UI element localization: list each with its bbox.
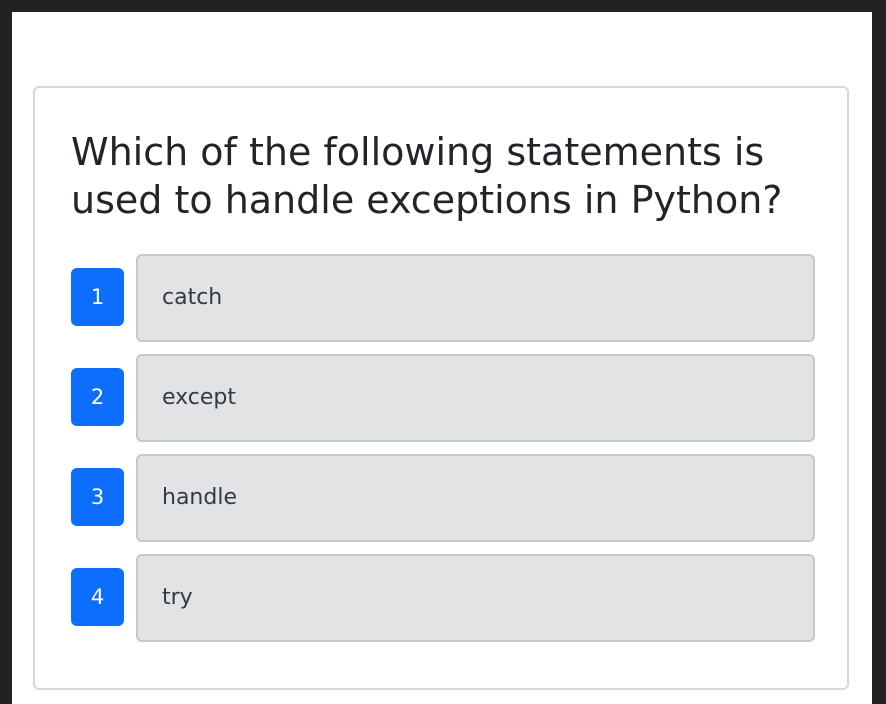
option-row-3: 3 handle [71, 454, 815, 542]
answer-option-button[interactable]: except [136, 354, 815, 442]
option-number-badge: 1 [71, 268, 124, 326]
option-number-badge: 3 [71, 468, 124, 526]
answer-options: 1 catch 2 except 3 handle 4 try [71, 254, 815, 654]
question-card: Which of the following statements is use… [33, 86, 849, 690]
answer-option-button[interactable]: handle [136, 454, 815, 542]
question-text: Which of the following statements is use… [71, 130, 783, 222]
option-number-badge: 4 [71, 568, 124, 626]
option-row-4: 4 try [71, 554, 815, 642]
answer-option-button[interactable]: try [136, 554, 815, 642]
option-number-badge: 2 [71, 368, 124, 426]
answer-option-button[interactable]: catch [136, 254, 815, 342]
quiz-window: Which of the following statements is use… [12, 12, 872, 704]
option-row-1: 1 catch [71, 254, 815, 342]
option-row-2: 2 except [71, 354, 815, 442]
